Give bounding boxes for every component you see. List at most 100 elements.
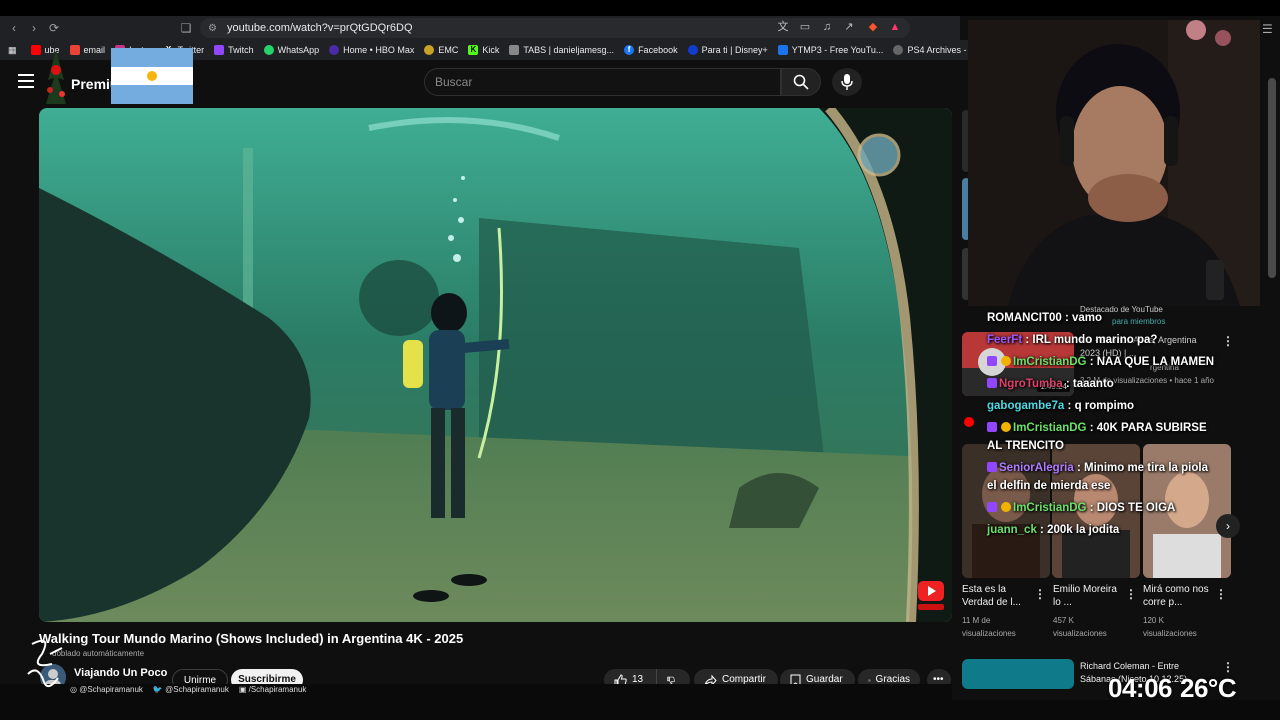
cast-icon[interactable]: ▭: [798, 20, 812, 34]
chat-separator: :: [1022, 334, 1033, 346]
gift-badge-icon: [1001, 422, 1011, 432]
video-title: Walking Tour Mundo Marino (Shows Include…: [39, 631, 464, 646]
bookmark-item[interactable]: WhatsApp: [263, 45, 319, 55]
more-options-icon[interactable]: ⋮: [1215, 587, 1227, 601]
chat-text: vamo: [1072, 312, 1103, 324]
chat-message: ROMANCIT00 : vamo: [987, 309, 1217, 327]
streamer-camera: [968, 20, 1260, 306]
more-options-icon[interactable]: ⋮: [1222, 660, 1234, 674]
chat-username: ROMANCIT00: [987, 312, 1062, 324]
chat-message: ImCristianDG : NAA QUE LA MAMEN: [987, 353, 1217, 371]
youtube-subscribe-watermark-icon[interactable]: [917, 580, 945, 612]
instagram-handle: ◎ @Schapiramanuk: [70, 685, 143, 694]
bookmark-item[interactable]: PS4 Archives - Dow...: [893, 45, 970, 55]
bookmark-item[interactable]: TABS | danieljamesg...: [509, 45, 614, 55]
signature-logo: [27, 639, 63, 688]
argentina-flag-icon: [111, 48, 193, 104]
url-text: youtube.com/watch?v=prQtGDQr6DQ: [226, 22, 413, 34]
music-icon[interactable]: ♫: [820, 20, 834, 34]
bookmark-item[interactable]: K Kick: [468, 45, 499, 55]
short-views: 11 M de: [962, 616, 991, 625]
chat-username: juann_ck: [987, 524, 1037, 536]
facebook-icon: ▣: [238, 685, 249, 694]
chat-separator: :: [1061, 312, 1072, 324]
channel-name[interactable]: Viajando Un Poco: [74, 667, 167, 679]
chat-message: ImCristianDG : DIOS TE OIGA: [987, 499, 1217, 517]
translate-icon[interactable]: 文: [776, 20, 790, 34]
chat-message: juann_ck : 200k la jodita: [987, 521, 1217, 539]
webcam-feed: [968, 20, 1260, 306]
search-icon: [793, 74, 809, 90]
sidebar-menu-icon[interactable]: ☰: [1262, 22, 1273, 36]
chat-separator: :: [1064, 400, 1075, 412]
subscriber-badge-icon: [987, 356, 997, 366]
apps-icon[interactable]: ▦: [8, 45, 17, 56]
chat-username: ImCristianDG: [1013, 502, 1087, 514]
brave-shield-icon[interactable]: ◆: [866, 20, 880, 34]
short-views-label: visualizaciones: [1143, 629, 1197, 638]
stream-chat-overlay: ROMANCIT00 : vamo FeerFt : IRL mundo mari…: [987, 309, 1217, 543]
chat-separator: :: [1036, 524, 1048, 536]
bookmark-item[interactable]: EMC: [424, 45, 458, 55]
bookmark-item[interactable]: YTMP3 - Free YouTu...: [777, 45, 883, 55]
short-title[interactable]: Esta es la Verdad de l...: [962, 583, 1032, 609]
back-icon[interactable]: ‹: [4, 18, 24, 38]
twitter-icon: 🐦: [152, 685, 166, 694]
chat-separator: :: [1073, 462, 1085, 474]
search-input[interactable]: Buscar: [424, 68, 781, 96]
chat-message: NgroTumba : taaanto: [987, 375, 1217, 393]
bookmark-item[interactable]: Twitch: [214, 45, 254, 55]
subscriber-badge-icon: [987, 462, 997, 472]
subscriber-badge-icon: [987, 378, 997, 388]
chat-message: SeniorAlegria : Minimo me tira la piola …: [987, 459, 1217, 495]
chat-text: IRL mundo marino pa?: [1032, 334, 1158, 346]
bookmark-item[interactable]: Para ti | Disney+: [687, 45, 768, 55]
page-scrollbar[interactable]: [1268, 78, 1276, 278]
search-button[interactable]: [781, 68, 821, 96]
shorts-icon: [964, 417, 974, 427]
chat-username: ImCristianDG: [1013, 422, 1087, 434]
temperature: 26°C: [1180, 673, 1237, 703]
hamburger-menu-icon[interactable]: [18, 74, 34, 88]
gift-badge-icon: [1001, 356, 1011, 366]
chat-text: q rompimo: [1074, 400, 1134, 412]
bottom-video-thumbnail[interactable]: [962, 659, 1074, 689]
video-player[interactable]: [39, 108, 952, 622]
video-frame: [39, 108, 952, 622]
more-options-icon[interactable]: ⋮: [1125, 587, 1137, 601]
window-top-bar: [0, 0, 1280, 16]
chat-separator: :: [1086, 502, 1097, 514]
chat-username: ImCristianDG: [1013, 356, 1087, 368]
chat-username: FeerFt: [987, 334, 1023, 346]
social-handles: ◎ @Schapiramanuk 🐦 @Schapiramanuk ▣ /Sch…: [70, 685, 306, 694]
chat-message: FeerFt : IRL mundo marino pa?: [987, 331, 1217, 349]
reload-icon[interactable]: ⟳: [44, 18, 64, 38]
bookmark-icon[interactable]: ❏: [176, 18, 196, 38]
clock-time: 04:06: [1108, 673, 1173, 703]
subscriber-badge-icon: [987, 502, 997, 512]
short-views-label: visualizaciones: [962, 629, 1016, 638]
short-views: 120 K: [1143, 616, 1164, 625]
chat-username: SeniorAlegria: [999, 462, 1074, 474]
more-options-icon[interactable]: ⋮: [1034, 587, 1046, 601]
short-views-label: visualizaciones: [1053, 629, 1107, 638]
chevron-right-icon[interactable]: ›: [1216, 514, 1240, 538]
gift-badge-icon: [1001, 502, 1011, 512]
chat-text: taaanto: [1072, 378, 1114, 390]
voice-search-button[interactable]: [832, 68, 862, 96]
short-title[interactable]: Mirá como nos corre p...: [1143, 583, 1213, 609]
bookmark-item[interactable]: Home • HBO Max: [329, 45, 414, 55]
chat-username: NgroTumba: [999, 378, 1063, 390]
share-page-icon[interactable]: ↗: [842, 20, 856, 34]
forward-icon[interactable]: ›: [24, 18, 44, 38]
chat-separator: :: [1086, 422, 1097, 434]
chat-message: ImCristianDG : 40K PARA SUBIRSE AL TRENC…: [987, 419, 1217, 455]
chat-separator: :: [1086, 356, 1097, 368]
bookmark-item[interactable]: f Facebook: [624, 45, 678, 55]
chat-separator: :: [1062, 378, 1073, 390]
rewards-icon[interactable]: ▲: [888, 20, 902, 34]
more-options-icon[interactable]: ⋮: [1222, 334, 1234, 348]
site-settings-icon[interactable]: ⚙: [208, 23, 217, 34]
chat-username: gabogambe7a: [987, 400, 1065, 412]
short-title[interactable]: Emilio Moreira lo ...: [1053, 583, 1123, 609]
